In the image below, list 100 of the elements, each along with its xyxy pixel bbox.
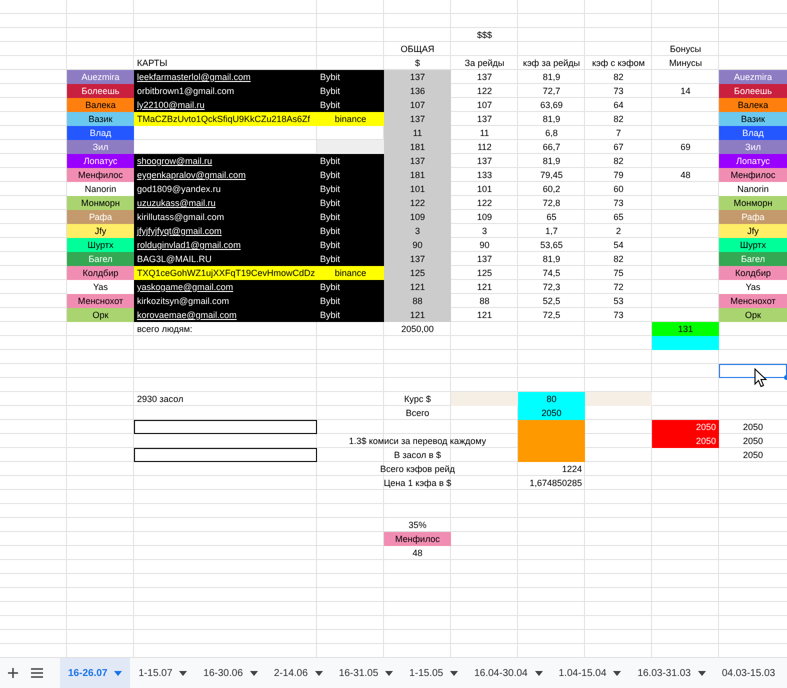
- table-cell: 53,65: [540, 239, 563, 251]
- table-cell: 2: [616, 225, 621, 237]
- table-cell: 101: [384, 182, 451, 196]
- email-link[interactable]: uzuzukass@mail.ru: [134, 196, 317, 210]
- email-link[interactable]: rolduginvlad1@gmail.com: [134, 238, 317, 252]
- table-cell: 137: [476, 113, 492, 125]
- player-name: Jfy: [67, 224, 134, 238]
- table-cell: [518, 420, 585, 434]
- table-cell: 2050: [652, 434, 719, 448]
- table-cell: 1,7: [545, 225, 558, 237]
- sheet-tab[interactable]: 16-31.05: [330, 658, 402, 688]
- table-cell: 3: [384, 224, 451, 238]
- player-name: Шуртх: [719, 238, 787, 252]
- table-cell: 88: [479, 295, 490, 307]
- table-cell: 73: [613, 85, 624, 97]
- table-cell: Bybit: [317, 98, 384, 112]
- table-cell: 82: [613, 253, 624, 265]
- table-cell: [652, 336, 719, 350]
- add-icon[interactable]: [7, 667, 19, 679]
- row-label: Всего: [406, 407, 430, 419]
- sheet-tab[interactable]: 1-15.07: [130, 658, 196, 688]
- table-cell: 14: [680, 85, 690, 97]
- column-header: кэф с кэфом: [592, 57, 645, 69]
- table-cell: 66,7: [542, 141, 560, 153]
- card-address: kirkozitsyn@gmail.com: [134, 294, 317, 308]
- card-address: god1809@yandex.ru: [134, 182, 317, 196]
- table-cell: 3: [482, 225, 487, 237]
- table-cell: 107: [384, 98, 451, 112]
- column-header: $$$: [476, 29, 492, 41]
- table-cell: Bybit: [317, 196, 384, 210]
- sheet-tab[interactable]: 16-26.07: [60, 658, 130, 688]
- row-label: Всего кэфов рейд: [380, 463, 455, 475]
- table-cell: 90: [479, 239, 490, 251]
- player-name: Вазик: [67, 112, 134, 126]
- sheet-tab[interactable]: 04.03-15.03: [714, 658, 784, 688]
- player-name: Рафа: [719, 210, 787, 224]
- table-cell: 53: [613, 295, 624, 307]
- table-cell: 2050: [518, 406, 585, 420]
- table-cell: Bybit: [317, 168, 384, 182]
- column-header: Минусы: [669, 57, 702, 69]
- player-name: Монморн: [67, 196, 134, 210]
- table-cell: Bybit: [317, 154, 384, 168]
- player-name: Зил: [719, 140, 787, 154]
- table-cell: 121: [384, 308, 451, 322]
- table-cell: 72,8: [542, 197, 560, 209]
- player-name: Влад: [67, 126, 134, 140]
- table-cell: 88: [384, 294, 451, 308]
- table-cell: Bybit: [317, 294, 384, 308]
- email-link[interactable]: jfyjfyjfyqt@gmail.com: [134, 224, 317, 238]
- row-label: Цена 1 кэфа в $: [384, 477, 452, 489]
- column-header: За рейды: [464, 57, 504, 69]
- table-cell: 82: [613, 71, 624, 83]
- email-link[interactable]: korovaemae@gmail.com: [134, 308, 317, 322]
- player-name: Вазик: [719, 112, 787, 126]
- row-label: Курс $: [404, 393, 431, 405]
- table-cell: 65: [546, 211, 556, 223]
- card-address: orbitbrown1@gmail.com: [134, 84, 317, 98]
- player-name: Колдбир: [719, 266, 787, 280]
- sheet-tab[interactable]: 16-30.06: [195, 658, 266, 688]
- table-cell: binance: [317, 266, 384, 280]
- sheet-tab[interactable]: 1-15.05: [401, 658, 466, 688]
- sheet-tab[interactable]: 1.04-15.04: [550, 658, 630, 688]
- sheet-tab[interactable]: 16.04-30.04: [466, 658, 551, 688]
- table-cell: 82: [613, 155, 624, 167]
- table-cell: Bybit: [317, 280, 384, 294]
- table-cell: 72,3: [542, 281, 560, 293]
- player-name: Рафа: [67, 210, 134, 224]
- table-cell: 121: [476, 309, 492, 321]
- table-cell: 112: [477, 141, 492, 153]
- table-cell: 11: [480, 127, 490, 139]
- table-cell: Bybit: [317, 84, 384, 98]
- table-cell: 82: [613, 113, 624, 125]
- email-link[interactable]: shoogrow@mail.ru: [134, 154, 317, 168]
- card-address: kirillutass@gmail.com: [134, 210, 317, 224]
- player-name: Лопатус: [719, 154, 787, 168]
- email-link[interactable]: leekfarmasterlol@gmail.com: [134, 70, 317, 84]
- column-header: Бонусы: [670, 43, 702, 55]
- player-name: Менснохот: [67, 294, 134, 308]
- table-cell: binance: [317, 112, 384, 126]
- email-link[interactable]: ly22100@mail.ru: [134, 98, 317, 112]
- table-cell: 7: [616, 127, 621, 139]
- player-name: Менфилос: [384, 532, 451, 546]
- table-cell: 81,9: [542, 71, 560, 83]
- table-cell: 72,5: [542, 309, 560, 321]
- email-link[interactable]: eygenkapralov@gmail.com: [134, 168, 317, 182]
- sheet-tab[interactable]: 16.03-31.03: [629, 658, 714, 688]
- email-link[interactable]: yaskogame@gmail.com: [134, 280, 317, 294]
- table-cell: 2050: [742, 449, 764, 461]
- table-cell: [451, 392, 518, 406]
- player-name: Auezmira: [719, 70, 787, 84]
- column-header: $: [414, 57, 420, 69]
- menu-icon[interactable]: [31, 668, 43, 678]
- table-cell: 137: [384, 154, 451, 168]
- table-cell: 181: [384, 168, 451, 182]
- table-cell: 133: [476, 169, 492, 181]
- table-cell: Bybit: [317, 224, 384, 238]
- player-name: Валека: [67, 98, 134, 112]
- table-cell: 181: [384, 140, 451, 154]
- sheet-tab[interactable]: 2-14.06: [266, 658, 331, 688]
- player-name: Auezmira: [67, 70, 134, 84]
